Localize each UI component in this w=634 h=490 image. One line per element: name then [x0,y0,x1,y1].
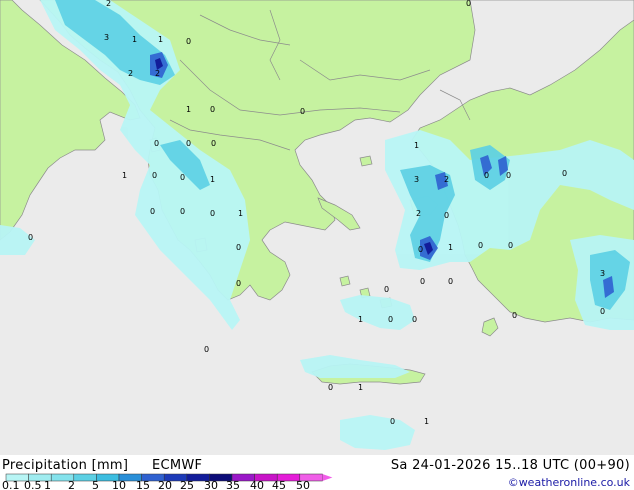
legend-label: 0.1 [2,479,20,490]
map-value-label: 1 [210,175,215,184]
map-value-label: 0 [506,171,511,180]
map-value-label: 2 [155,69,160,78]
legend-arrow [322,474,333,481]
thasos-land [359,155,373,167]
map-value-label: 1 [358,315,363,324]
map-value-label: 0 [390,417,395,426]
map-value-label: 0 [300,107,305,116]
map-value-label: 3 [414,175,419,184]
map-value-label: 0 [418,245,423,254]
map-value-label: 1 [238,209,243,218]
valid-time: Sa 24-01-2026 15..18 UTC (00+90) [390,458,630,473]
legend-label: 45 [272,479,286,490]
map-value-label: 0 [236,279,241,288]
map-value-label: 0 [478,241,483,250]
map-value-label: 3 [600,269,605,278]
map-value-label: 0 [180,173,185,182]
map-value-label: 0 [484,171,489,180]
legend-label: 1 [44,479,51,490]
map-value-label: 0 [28,233,33,242]
legend-label: 40 [250,479,264,490]
legend-label: 35 [226,479,240,490]
map-value-label: 0 [512,311,517,320]
legend-label: 10 [112,479,126,490]
map-value-label: 0 [150,207,155,216]
map-value-label: 0 [600,307,605,316]
precipitation-legend: 0.1 0.5 1 2 5 10 15 20 25 30 35 40 45 50 [2,473,333,490]
model-label: ECMWF [152,458,203,473]
map-value-label: 2 [416,209,421,218]
title-label: Precipitation [mm] [2,458,129,473]
map-value-label: 0 [328,383,333,392]
map-value-label: 0 [204,345,209,354]
legend-label: 15 [136,479,150,490]
legend-label: 50 [296,479,310,490]
map-value-label: 1 [132,35,137,44]
legend-label: 5 [92,479,99,490]
footer: Precipitation [mm] ECMWF Sa 24-01-2026 1… [0,455,634,490]
map-value-label: 2 [106,0,111,8]
map-value-label: 0 [210,105,215,114]
map-value-label: 0 [384,285,389,294]
legend-label: 20 [158,479,172,490]
map-value-label: 0 [180,207,185,216]
map-value-label: 0 [154,139,159,148]
map-value-label: 0 [420,277,425,286]
map-value-label: 3 [104,33,109,42]
precipitation-map: 2 3 1 1 0 2 2 1 0 0 0 0 0 1 0 0 1 0 0 0 1 0 0 0 0 1 3 2 0 2 0 1 0 0 0 0 0 0 1 0… [0,0,634,455]
legend-label: 30 [204,479,218,490]
map-value-label: 2 [444,175,449,184]
map-value-label: 0 [448,277,453,286]
cyclades-island-1 [339,275,351,287]
map-value-label: 0 [210,209,215,218]
map-value-label: 0 [412,315,417,324]
legend-label: 2 [68,479,75,490]
map-value-label: 2 [128,69,133,78]
map-value-label: 1 [448,243,453,252]
map-value-label: 1 [414,141,419,150]
map-value-label: 0 [508,241,513,250]
map-value-label: 0 [186,37,191,46]
map-value-label: 0 [466,0,471,8]
map-value-label: 0 [236,243,241,252]
map-value-label: 0 [186,139,191,148]
map-value-label: 0 [388,315,393,324]
map-value-label: 1 [122,171,127,180]
legend-label: 25 [180,479,194,490]
map-value-label: 0 [211,139,216,148]
legend-label: 0.5 [24,479,42,490]
map-value-label: 0 [444,211,449,220]
map-value-label: 1 [424,417,429,426]
map-value-label: 1 [158,35,163,44]
map-value-label: 1 [186,105,191,114]
credit-link[interactable]: ©weatheronline.co.uk [508,476,630,489]
map-value-label: 1 [358,383,363,392]
map-value-label: 0 [152,171,157,180]
map-value-label: 0 [562,169,567,178]
